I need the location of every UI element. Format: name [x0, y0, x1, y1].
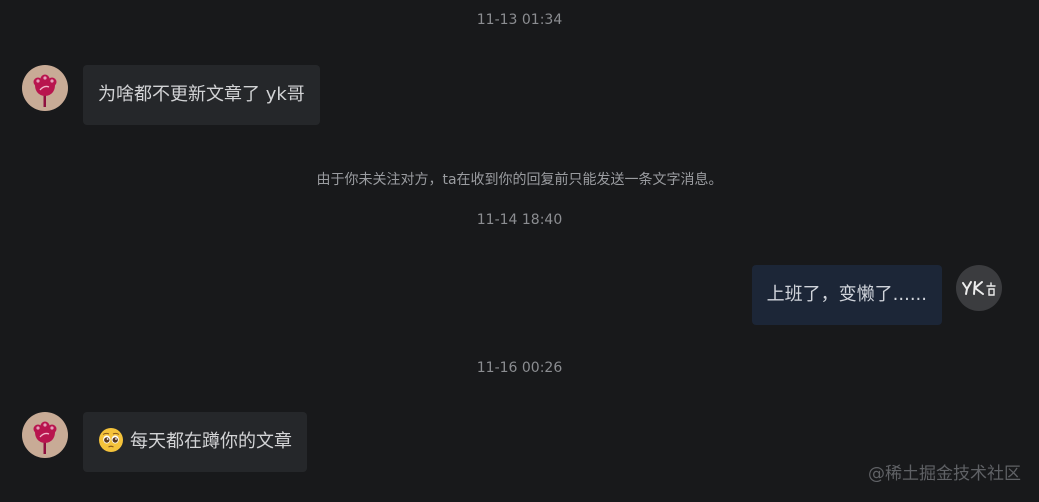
- sender-avatar[interactable]: [22, 412, 68, 458]
- timestamp: 11-16 00:26: [476, 360, 563, 376]
- timestamp: 11-13 01:34: [476, 12, 563, 28]
- message-bubble-outgoing[interactable]: 上班了，变懒了......: [751, 265, 942, 325]
- system-notice: 由于你未关注对方，ta在收到你的回复前只能发送一条文字消息。: [316, 172, 723, 188]
- message-bubble-incoming[interactable]: 为啥都不更新文章了 yk哥: [83, 65, 320, 125]
- yk-handwritten-avatar-icon: [962, 281, 996, 296]
- message-bubble-incoming[interactable]: 每天都在蹲你的文章: [83, 412, 307, 472]
- pleading-face-emoji: [99, 428, 123, 452]
- message-text: 每天都在蹲你的文章: [130, 431, 292, 452]
- chat-window: 11-13 01:34 为啥都不更新文章了 yk哥 由于你未关注对方，ta在收到…: [0, 0, 1039, 502]
- sender-avatar[interactable]: [22, 65, 68, 111]
- flower-avatar-icon: [33, 74, 57, 107]
- my-avatar[interactable]: [956, 265, 1002, 311]
- watermark: @稀土掘金技术社区: [868, 464, 1021, 484]
- flower-avatar-icon: [33, 421, 57, 454]
- timestamp: 11-14 18:40: [476, 212, 563, 228]
